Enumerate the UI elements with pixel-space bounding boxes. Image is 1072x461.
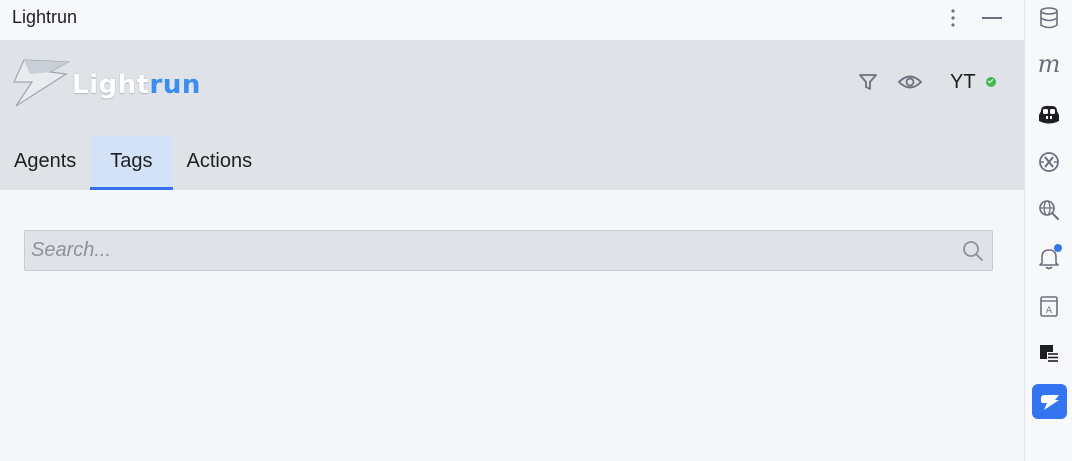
- lightrun-header: Lightrun YT Agents Tags Actions: [0, 40, 1024, 190]
- tab-actions[interactable]: Actions: [173, 136, 267, 190]
- filter-icon[interactable]: [856, 70, 880, 94]
- lightrun-logo-icon: [13, 59, 71, 107]
- tab-agents[interactable]: Agents: [0, 136, 90, 190]
- translation-icon[interactable]: A: [1033, 290, 1065, 322]
- svg-text:A: A: [1046, 306, 1053, 316]
- minimize-icon[interactable]: [981, 6, 1003, 30]
- copilot-icon[interactable]: [1033, 98, 1065, 130]
- endpoints-icon[interactable]: [1033, 146, 1065, 178]
- lightrun-tool-window: Lightrun Lightrun YT Agents Tags Actions: [0, 0, 1024, 461]
- structure-icon[interactable]: [1033, 338, 1065, 370]
- notification-badge: [1054, 244, 1062, 252]
- search-icon[interactable]: [962, 240, 984, 262]
- more-options-icon[interactable]: [944, 6, 962, 30]
- search-box: [24, 230, 993, 271]
- tab-tags[interactable]: Tags: [90, 136, 173, 190]
- tool-window-title: Lightrun: [12, 7, 78, 27]
- tab-bar: Agents Tags Actions: [0, 136, 266, 190]
- web-search-icon[interactable]: [1033, 194, 1065, 226]
- notifications-icon[interactable]: [1033, 242, 1065, 274]
- right-tool-strip: m A: [1024, 0, 1072, 461]
- lightrun-logo-text: Lightrun: [72, 70, 201, 100]
- lightrun-icon[interactable]: [1032, 384, 1067, 419]
- m-icon[interactable]: m: [1033, 48, 1065, 80]
- eye-icon[interactable]: [896, 70, 924, 94]
- search-input[interactable]: [31, 231, 951, 270]
- database-icon[interactable]: [1033, 2, 1065, 34]
- tool-window-titlebar: Lightrun: [0, 0, 1024, 40]
- connected-status-icon: [986, 77, 996, 87]
- user-avatar[interactable]: YT: [950, 71, 976, 94]
